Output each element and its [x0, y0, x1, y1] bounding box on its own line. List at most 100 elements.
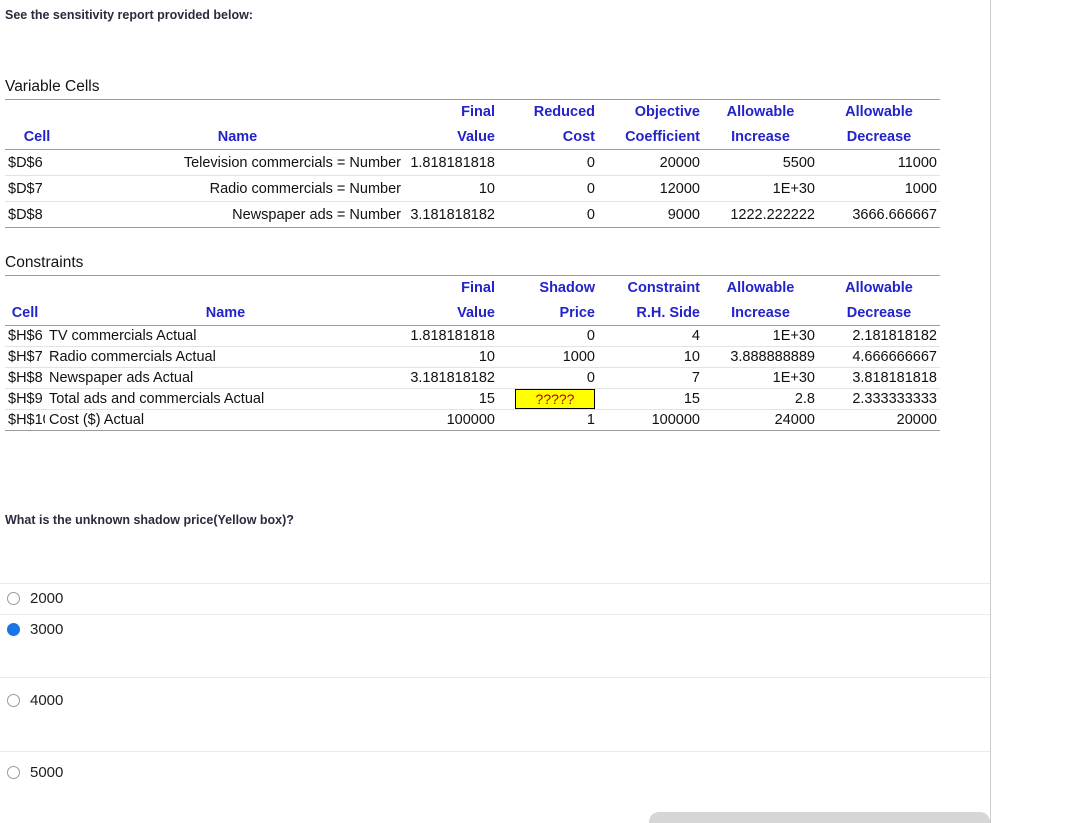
column-header: Shadow — [498, 276, 598, 301]
column-header: Cell — [5, 125, 69, 150]
value-cell: 1E+30 — [703, 176, 818, 202]
value-cell: 4.666666667 — [818, 347, 940, 368]
cell-ref: $H$6 — [5, 326, 45, 347]
value-cell: 1E+30 — [703, 326, 818, 347]
value-cell: ????? — [498, 389, 598, 410]
variable-cells-body: $D$6Television commercials = Number1.818… — [5, 150, 940, 228]
radio-icon[interactable] — [7, 592, 20, 605]
value-cell: 20000 — [598, 150, 703, 176]
cell-ref: $H$10 — [5, 410, 45, 431]
column-header: Coefficient — [598, 125, 703, 150]
value-cell: 100000 — [406, 410, 498, 431]
constraints-section: Constraints Final Shadow Constraint Allo… — [5, 254, 990, 431]
table-row: $H$6TV commercials Actual1.818181818041E… — [5, 326, 940, 347]
radio-selected-icon[interactable] — [7, 623, 20, 636]
column-header: Final — [406, 100, 498, 125]
column-header: Value — [406, 301, 498, 326]
column-header: Increase — [703, 125, 818, 150]
column-header: Allowable — [703, 276, 818, 301]
answer-options-list: 2000 3000 4000 5000 — [0, 583, 990, 818]
table-header-row: Final Reduced Objective Allowable Allowa… — [5, 100, 940, 125]
table-row: $H$8Newspaper ads Actual3.181818182071E+… — [5, 368, 940, 389]
column-header: Objective — [598, 100, 703, 125]
value-cell: 10 — [406, 347, 498, 368]
column-header: Decrease — [818, 125, 940, 150]
value-cell: 3.888888889 — [703, 347, 818, 368]
cell-ref: $D$8 — [5, 202, 69, 228]
radio-icon[interactable] — [7, 766, 20, 779]
question-text: What is the unknown shadow price(Yellow … — [5, 513, 990, 527]
value-cell: 5500 — [703, 150, 818, 176]
value-cell: 15 — [598, 389, 703, 410]
table-row: $D$7Radio commercials = Number100120001E… — [5, 176, 940, 202]
value-cell: 3.181818182 — [406, 202, 498, 228]
name-cell: Television commercials = Number — [69, 150, 406, 176]
column-header: Constraint — [598, 276, 703, 301]
answer-option-4000[interactable]: 4000 — [0, 677, 990, 751]
highlighted-shadow-price-cell: ????? — [515, 389, 595, 409]
horizontal-scrollbar-thumb[interactable] — [649, 812, 990, 823]
value-cell: 1.818181818 — [406, 150, 498, 176]
value-cell: 1000 — [818, 176, 940, 202]
column-header: Increase — [703, 301, 818, 326]
table-row: $D$8Newspaper ads = Number3.181818182090… — [5, 202, 940, 228]
value-cell: 1000 — [498, 347, 598, 368]
intro-text: See the sensitivity report provided belo… — [5, 8, 990, 22]
cell-ref: $H$8 — [5, 368, 45, 389]
column-header: Name — [45, 301, 406, 326]
value-cell: 0 — [498, 326, 598, 347]
table-row: $H$10Cost ($) Actual10000011000002400020… — [5, 410, 940, 431]
name-cell: Radio commercials = Number — [69, 176, 406, 202]
name-cell: TV commercials Actual — [45, 326, 406, 347]
answer-option-2000[interactable]: 2000 — [0, 583, 990, 614]
table-row: $H$9Total ads and commercials Actual15??… — [5, 389, 940, 410]
radio-icon[interactable] — [7, 694, 20, 707]
column-header: Name — [69, 125, 406, 150]
value-cell: 10 — [406, 176, 498, 202]
value-cell: 2.8 — [703, 389, 818, 410]
value-cell: 1 — [498, 410, 598, 431]
column-header: Final — [406, 276, 498, 301]
value-cell: 24000 — [703, 410, 818, 431]
option-label: 4000 — [30, 693, 63, 709]
name-cell: Radio commercials Actual — [45, 347, 406, 368]
value-cell: 0 — [498, 176, 598, 202]
cell-ref: $D$7 — [5, 176, 69, 202]
column-header: Value — [406, 125, 498, 150]
value-cell: 7 — [598, 368, 703, 389]
constraints-table: Final Shadow Constraint Allowable Allowa… — [5, 275, 940, 431]
cell-ref: $H$7 — [5, 347, 45, 368]
column-header: Allowable — [818, 276, 940, 301]
cell-ref: $D$6 — [5, 150, 69, 176]
option-label: 2000 — [30, 591, 63, 607]
value-cell: 1.818181818 — [406, 326, 498, 347]
value-cell: 1222.222222 — [703, 202, 818, 228]
variable-cells-title: Variable Cells — [5, 78, 990, 96]
constraints-title: Constraints — [5, 254, 990, 272]
value-cell: 12000 — [598, 176, 703, 202]
value-cell: 2.333333333 — [818, 389, 940, 410]
value-cell: 100000 — [598, 410, 703, 431]
value-cell: 9000 — [598, 202, 703, 228]
column-header: Cost — [498, 125, 598, 150]
pane-divider — [990, 0, 991, 823]
table-row: $H$7Radio commercials Actual101000103.88… — [5, 347, 940, 368]
value-cell: 3666.666667 — [818, 202, 940, 228]
value-cell: 0 — [498, 150, 598, 176]
table-row: $D$6Television commercials = Number1.818… — [5, 150, 940, 176]
quiz-content: See the sensitivity report provided belo… — [0, 0, 990, 823]
value-cell: 1E+30 — [703, 368, 818, 389]
column-header: Price — [498, 301, 598, 326]
value-cell: 15 — [406, 389, 498, 410]
answer-option-5000[interactable]: 5000 — [0, 751, 990, 818]
value-cell: 0 — [498, 202, 598, 228]
answer-option-3000[interactable]: 3000 — [0, 614, 990, 677]
option-label: 5000 — [30, 765, 63, 781]
name-cell: Cost ($) Actual — [45, 410, 406, 431]
value-cell: 3.181818182 — [406, 368, 498, 389]
value-cell: 0 — [498, 368, 598, 389]
column-header: R.H. Side — [598, 301, 703, 326]
variable-cells-table: Final Reduced Objective Allowable Allowa… — [5, 99, 940, 228]
cell-ref: $H$9 — [5, 389, 45, 410]
column-header: Cell — [5, 301, 45, 326]
